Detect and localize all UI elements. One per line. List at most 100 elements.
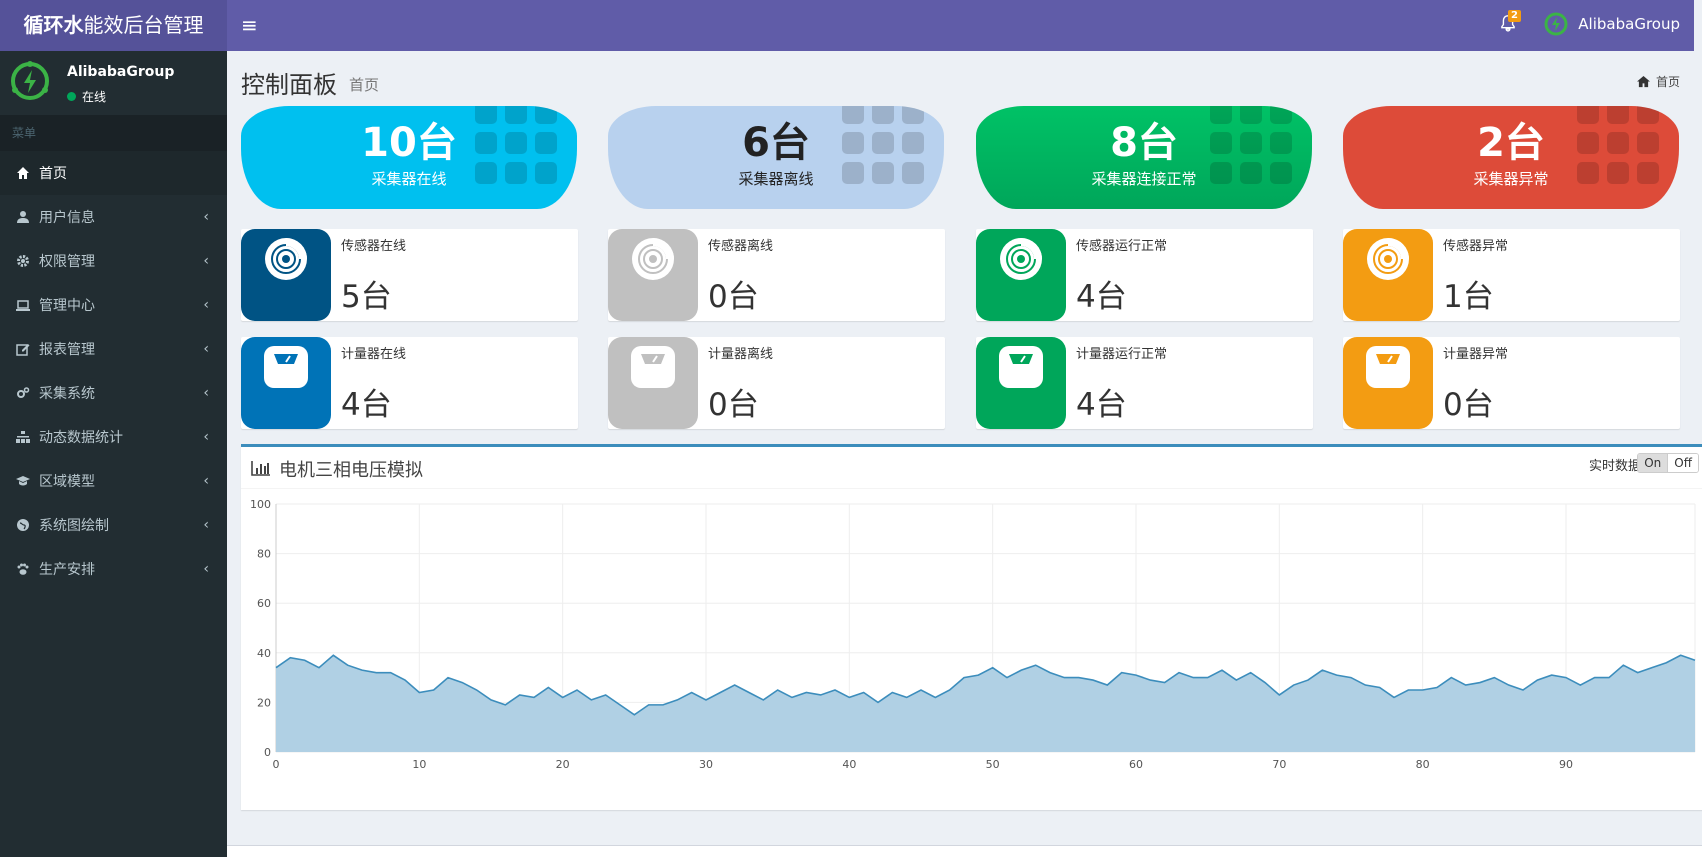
navbar-user-name: AlibabaGroup bbox=[1578, 15, 1680, 33]
sidebar-item-label: 管理中心 bbox=[39, 298, 95, 314]
info-label: 传感器异常 bbox=[1443, 239, 1509, 254]
x-tick-label: 90 bbox=[1559, 758, 1573, 771]
sitemap-icon bbox=[15, 429, 31, 445]
x-tick-label: 80 bbox=[1416, 758, 1430, 771]
meter-offline-box[interactable]: 计量器离线 0台 bbox=[608, 337, 945, 429]
info-label: 计量器离线 bbox=[708, 347, 774, 362]
user-icon bbox=[15, 209, 31, 225]
collector-error-card[interactable]: 2台 采集器异常 bbox=[1343, 106, 1679, 209]
pill-label: 采集器连接正常 bbox=[1091, 170, 1197, 188]
info-value: 4台 bbox=[1076, 387, 1127, 423]
avatar-icon bbox=[1544, 12, 1568, 36]
content-area: 控制面板 首页 首页 10台 采集器在线 6台 采集器离线 8台 采集器连接正常… bbox=[227, 51, 1702, 857]
sidebar-item-dynamic-stats[interactable]: 动态数据统计 ‹ bbox=[0, 415, 227, 459]
meter-error-box[interactable]: 计量器异常 0台 bbox=[1343, 337, 1680, 429]
collector-offline-card[interactable]: 6台 采集器离线 bbox=[608, 106, 944, 209]
breadcrumb[interactable]: 首页 bbox=[1637, 73, 1680, 90]
sensor-offline-box[interactable]: 传感器离线 0台 bbox=[608, 229, 945, 321]
chevron-left-icon: ‹ bbox=[203, 561, 209, 577]
sidebar-item-home[interactable]: 首页 bbox=[0, 151, 227, 195]
sensor-error-box[interactable]: 传感器异常 1台 bbox=[1343, 229, 1680, 321]
sidebar-item-reports[interactable]: 报表管理 ‹ bbox=[0, 327, 227, 371]
sidebar-item-management[interactable]: 管理中心 ‹ bbox=[0, 283, 227, 327]
sidebar-item-user-info[interactable]: 用户信息 ‹ bbox=[0, 195, 227, 239]
voltage-chart: 0 20 40 60 80 100 0 10 20 30 40 50 60 70 80 90 bbox=[250, 498, 1696, 771]
sidebar-item-area-model[interactable]: 区域模型 ‹ bbox=[0, 459, 227, 503]
info-label: 传感器离线 bbox=[708, 239, 774, 254]
home-icon bbox=[1637, 75, 1650, 87]
y-tick-label: 60 bbox=[257, 597, 271, 610]
home-icon bbox=[15, 165, 31, 181]
scale-icon bbox=[264, 346, 308, 388]
voltage-area-fill bbox=[276, 655, 1695, 752]
collector-connected-card[interactable]: 8台 采集器连接正常 bbox=[976, 106, 1312, 209]
graduation-cap-icon bbox=[15, 473, 31, 489]
sidebar-item-label: 区域模型 bbox=[39, 474, 95, 490]
info-label: 计量器在线 bbox=[341, 347, 407, 362]
collector-online-card[interactable]: 10台 采集器在线 bbox=[241, 106, 577, 209]
top-navbar: ≡ 2 AlibabaGroup bbox=[227, 0, 1694, 51]
x-tick-label: 0 bbox=[273, 758, 280, 771]
sensor-normal-box[interactable]: 传感器运行正常 4台 bbox=[976, 229, 1313, 321]
sidebar-item-diagram[interactable]: 系统图绘制 ‹ bbox=[0, 503, 227, 547]
info-value: 1台 bbox=[1443, 279, 1494, 315]
laptop-icon bbox=[15, 297, 31, 313]
gears-icon bbox=[15, 385, 31, 401]
sidebar-item-label: 报表管理 bbox=[39, 342, 95, 358]
realtime-on-button[interactable]: On bbox=[1638, 454, 1668, 472]
meter-online-box[interactable]: 计量器在线 4台 bbox=[241, 337, 578, 429]
sidebar-toggle-icon[interactable]: ≡ bbox=[241, 14, 258, 36]
pill-label: 采集器离线 bbox=[738, 170, 814, 188]
user-panel: AlibabaGroup 在线 bbox=[0, 51, 227, 115]
sidebar-item-production[interactable]: 生产安排 ‹ bbox=[0, 547, 227, 591]
bar-chart-icon bbox=[251, 461, 270, 476]
chevron-left-icon: ‹ bbox=[203, 253, 209, 269]
sidebar-item-collection[interactable]: 采集系统 ‹ bbox=[0, 371, 227, 415]
sensor-icon-box bbox=[976, 229, 1066, 321]
info-label: 计量器异常 bbox=[1443, 347, 1509, 362]
sensor-online-box[interactable]: 传感器在线 5台 bbox=[241, 229, 578, 321]
info-value: 4台 bbox=[1076, 279, 1127, 315]
user-menu[interactable]: AlibabaGroup bbox=[1544, 12, 1680, 36]
disc-icon bbox=[632, 238, 674, 280]
edit-icon bbox=[15, 341, 31, 357]
disc-icon bbox=[265, 238, 307, 280]
x-tick-label: 70 bbox=[1272, 758, 1286, 771]
x-tick-label: 40 bbox=[842, 758, 856, 771]
voltage-chart-box: 电机三相电压模拟 实时数据 On Off 0 20 40 60 80 100 0 10 20 30… bbox=[241, 444, 1702, 810]
info-value: 4台 bbox=[341, 387, 392, 423]
chart-header: 电机三相电压模拟 实时数据 On Off bbox=[241, 447, 1702, 489]
x-tick-label: 20 bbox=[556, 758, 570, 771]
x-tick-label: 30 bbox=[699, 758, 713, 771]
app-logo[interactable]: 循环水能效后台管理 bbox=[0, 0, 227, 51]
chevron-left-icon: ‹ bbox=[203, 385, 209, 401]
scale-icon bbox=[1366, 346, 1410, 388]
sensor-icon-box bbox=[241, 229, 331, 321]
sensor-icon-box bbox=[608, 229, 698, 321]
chevron-left-icon: ‹ bbox=[203, 341, 209, 357]
scale-icon bbox=[999, 346, 1043, 388]
meter-icon-box bbox=[608, 337, 698, 429]
disc-icon bbox=[1367, 238, 1409, 280]
pill-value: 8台 bbox=[1110, 120, 1178, 166]
online-dot-icon bbox=[67, 92, 76, 101]
y-tick-label: 80 bbox=[257, 548, 271, 561]
y-tick-label: 100 bbox=[250, 498, 271, 511]
sidebar-item-label: 采集系统 bbox=[39, 386, 95, 402]
x-tick-label: 10 bbox=[412, 758, 426, 771]
y-tick-label: 20 bbox=[257, 696, 271, 709]
info-label: 传感器在线 bbox=[341, 239, 407, 254]
disc-icon bbox=[1000, 238, 1042, 280]
meter-icon-box bbox=[976, 337, 1066, 429]
paw-icon bbox=[15, 561, 31, 577]
realtime-toggle[interactable]: On Off bbox=[1637, 453, 1699, 473]
chevron-left-icon: ‹ bbox=[203, 473, 209, 489]
meter-normal-box[interactable]: 计量器运行正常 4台 bbox=[976, 337, 1313, 429]
sidebar-item-label: 权限管理 bbox=[39, 254, 95, 270]
chevron-left-icon: ‹ bbox=[203, 517, 209, 533]
chart-title: 电机三相电压模拟 bbox=[279, 460, 423, 481]
pill-value: 2台 bbox=[1477, 120, 1545, 166]
sidebar-item-permissions[interactable]: 权限管理 ‹ bbox=[0, 239, 227, 283]
realtime-off-button[interactable]: Off bbox=[1667, 454, 1698, 472]
pill-value: 6台 bbox=[742, 120, 810, 166]
